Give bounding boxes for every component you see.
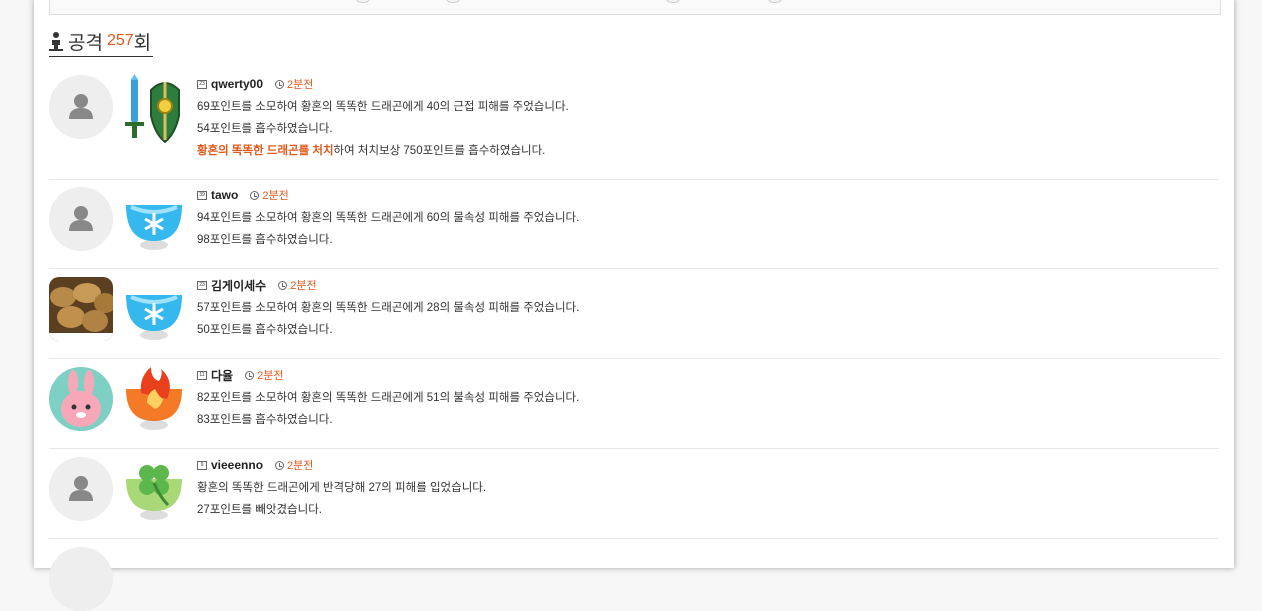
message-line: 54포인트를 흡수하였습니다. <box>197 123 333 135</box>
ice-orb-icon <box>123 183 185 253</box>
message-lines: 94포인트를 소모하여 황혼의 똑똑한 드래곤에게 60의 물속성 피해를 주었… <box>197 207 1219 251</box>
filter-knob[interactable] <box>665 0 681 3</box>
attack-count: 257 <box>106 32 134 49</box>
log-entry-partial <box>49 539 1219 611</box>
log-entry: 11 다율 2분전 82포인트를 소모하여 황혼의 똑똑한 드래곤에게 51의 … <box>49 359 1219 449</box>
kill-highlight: 황혼의 똑똑한 드래곤를 처치 <box>197 145 334 157</box>
message-line: 98포인트를 흡수하였습니다. <box>197 234 333 246</box>
clock-icon <box>245 370 255 380</box>
log-entry: 23 김게이세수 2분전 57포인트를 소모하여 황혼의 똑똑한 드래곤에게 2… <box>49 269 1219 359</box>
timestamp: 2분전 <box>275 457 313 473</box>
timestamp: 2분전 <box>250 187 289 203</box>
time-text: 2분전 <box>287 460 314 472</box>
username-link[interactable]: 다율 <box>211 367 233 384</box>
message-line: 83포인트를 흡수하였습니다. <box>197 414 333 426</box>
username-link[interactable]: 김게이세수 <box>211 277 266 294</box>
clock-icon <box>275 460 285 470</box>
filter-knob[interactable] <box>445 0 461 3</box>
log-entry: 9 vieeenno 2분전 황혼의 똑똑한 드래곤에게 반격당해 27의 피해… <box>49 449 1219 539</box>
default-user-icon[interactable] <box>49 187 113 251</box>
username-link[interactable]: tawo <box>211 188 238 202</box>
time-text: 2분전 <box>287 79 314 91</box>
clock-icon <box>275 79 285 89</box>
kill-message: 황혼의 똑똑한 드래곤를 처치하여 처치보상 750포인트를 흡수하였습니다. <box>197 140 1219 162</box>
entry-content: 9 vieeenno 2분전 황혼의 똑똑한 드래곤에게 반격당해 27의 피해… <box>197 455 1219 521</box>
entry-content: 39 tawo 2분전 94포인트를 소모하여 황혼의 똑똑한 드래곤에게 60… <box>197 185 1219 251</box>
ice-orb-icon <box>123 273 185 343</box>
potato-avatar[interactable] <box>49 277 113 341</box>
entry-header: 39 tawo 2분전 <box>197 185 1219 205</box>
level-badge: 23 <box>197 280 207 290</box>
entry-content: 11 다율 2분전 82포인트를 소모하여 황혼의 똑똑한 드래곤에게 51의 … <box>197 365 1219 431</box>
heading-suffix: 회 <box>133 32 152 54</box>
message-line: 94포인트를 소모하여 황혼의 똑똑한 드래곤에게 60의 물속성 피해를 주었… <box>197 212 580 224</box>
message-lines: 황혼의 똑똑한 드래곤에게 반격당해 27의 피해를 입었습니다. 27포인트를… <box>197 477 1219 521</box>
default-user-icon[interactable] <box>49 75 113 139</box>
attack-person-icon <box>49 32 63 51</box>
username-link[interactable]: vieeenno <box>211 458 263 472</box>
entry-header: 9 vieeenno 2분전 <box>197 455 1219 475</box>
default-user-icon[interactable] <box>49 457 113 521</box>
message-line: 50포인트를 흡수하였습니다. <box>197 324 333 336</box>
message-lines: 82포인트를 소모하여 황혼의 똑똑한 드래곤에게 51의 불속성 피해를 주었… <box>197 387 1219 431</box>
default-user-icon[interactable] <box>49 547 113 611</box>
time-text: 2분전 <box>290 280 317 292</box>
clock-icon <box>278 280 288 290</box>
entry-header: 23 qwerty00 2분전 <box>197 74 1219 94</box>
pink-bunny-avatar[interactable] <box>49 367 113 431</box>
entry-content: 23 qwerty00 2분전 69포인트를 소모하여 황혼의 똑똑한 드래곤에… <box>197 74 1219 162</box>
message-line: 황혼의 똑똑한 드래곤에게 반격당해 27의 피해를 입었습니다. <box>197 482 487 494</box>
timestamp: 2분전 <box>278 277 317 293</box>
message-line: 27포인트를 빼앗겼습니다. <box>197 504 322 516</box>
clover-orb-icon <box>123 453 185 523</box>
message-line: 57포인트를 소모하여 황혼의 똑똑한 드래곤에게 28의 물속성 피해를 주었… <box>197 302 580 314</box>
message-line: 69포인트를 소모하여 황혼의 똑똑한 드래곤에게 40의 근접 피해를 주었습… <box>197 101 569 113</box>
message-lines: 57포인트를 소모하여 황혼의 똑똑한 드래곤에게 28의 물속성 피해를 주었… <box>197 297 1219 341</box>
top-filter-bar <box>49 0 1221 15</box>
username-link[interactable]: qwerty00 <box>211 77 263 91</box>
battle-log-panel: 공격 257 회 23 qwerty00 2분전 69포인트를 소모하여 황혼의… <box>34 0 1234 611</box>
level-badge: 11 <box>197 370 207 380</box>
clock-icon <box>250 190 260 200</box>
message-lines: 69포인트를 소모하여 황혼의 똑똑한 드래곤에게 40의 근접 피해를 주었습… <box>197 96 1219 162</box>
level-badge: 9 <box>197 460 207 470</box>
time-text: 2분전 <box>257 370 284 382</box>
fire-orb-icon <box>123 363 185 433</box>
attack-heading: 공격 257 회 <box>49 26 154 57</box>
level-badge: 39 <box>197 190 207 200</box>
filter-knob[interactable] <box>767 0 783 3</box>
log-entry: 39 tawo 2분전 94포인트를 소모하여 황혼의 똑똑한 드래곤에게 60… <box>49 179 1219 269</box>
entry-content: 23 김게이세수 2분전 57포인트를 소모하여 황혼의 똑똑한 드래곤에게 2… <box>197 275 1219 341</box>
level-badge: 23 <box>197 79 207 89</box>
timestamp: 2분전 <box>245 367 283 383</box>
log-entry: 23 qwerty00 2분전 69포인트를 소모하여 황혼의 똑똑한 드래곤에… <box>49 66 1219 180</box>
entry-header: 23 김게이세수 2분전 <box>197 275 1219 295</box>
time-text: 2분전 <box>262 190 289 202</box>
heading-title: 공격 <box>68 32 103 54</box>
kill-rest: 하여 처치보상 750포인트를 흡수하였습니다. <box>333 145 546 157</box>
timestamp: 2분전 <box>275 76 313 92</box>
message-line: 82포인트를 소모하여 황혼의 똑똑한 드래곤에게 51의 불속성 피해를 주었… <box>197 392 580 404</box>
entry-header: 11 다율 2분전 <box>197 365 1219 385</box>
filter-knob[interactable] <box>355 0 371 3</box>
sword-and-shield-icon <box>123 74 185 144</box>
